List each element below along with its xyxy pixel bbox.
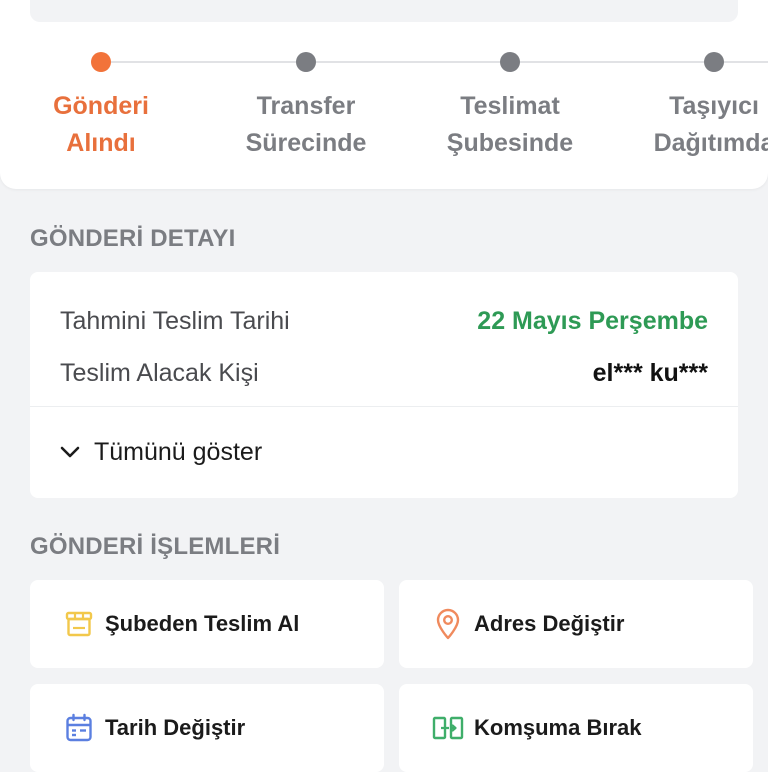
step-dot-delivery	[704, 52, 724, 72]
calendar-icon	[63, 712, 95, 744]
chevron-down-icon	[60, 446, 80, 458]
show-all-label: Tümünü göster	[94, 437, 263, 466]
status-stepper: Gönderi Alındı Transfer Sürecinde Teslim…	[0, 0, 768, 189]
shipment-detail-card: Tahmini Teslim Tarihi 22 Mayıs Perşembe …	[30, 272, 738, 498]
step-connector	[316, 61, 500, 63]
step-label-transfer: Transfer Sürecinde	[245, 92, 367, 157]
recipient-value: el*** ku***	[592, 358, 708, 387]
leave-with-neighbor-button[interactable]: Komşuma Bırak	[399, 684, 753, 772]
action-label: Şubeden Teslim Al	[105, 611, 300, 636]
detail-section-title: GÖNDERİ DETAYI	[30, 225, 236, 252]
divider	[30, 406, 738, 407]
step-label-branch: Teslimat Şubesinde	[446, 92, 574, 157]
step-dot-transfer	[296, 52, 316, 72]
detail-row-recipient: Teslim Alacak Kişi el*** ku***	[60, 355, 708, 391]
action-label: Komşuma Bırak	[474, 715, 642, 740]
step-dot-branch	[500, 52, 520, 72]
detail-label: Teslim Alacak Kişi	[60, 358, 259, 387]
step-connector	[724, 61, 768, 63]
change-date-button[interactable]: Tarih Değiştir	[30, 684, 384, 772]
detail-row-estimated-date: Tahmini Teslim Tarihi 22 Mayıs Perşembe	[60, 303, 708, 339]
show-all-button[interactable]: Tümünü göster	[60, 432, 262, 472]
step-label-received: Gönderi Alındı	[53, 92, 149, 157]
change-address-button[interactable]: Adres Değiştir	[399, 580, 753, 668]
step-dot-received	[91, 52, 111, 72]
shipment-status-card: Gönderi Alındı Transfer Sürecinde Teslim…	[0, 0, 768, 189]
store-icon	[63, 608, 95, 640]
neighbor-transfer-icon	[432, 712, 464, 744]
pickup-from-branch-button[interactable]: Şubeden Teslim Al	[30, 580, 384, 668]
action-label: Tarih Değiştir	[105, 715, 246, 740]
step-connector	[111, 61, 296, 63]
location-pin-icon	[432, 608, 464, 640]
action-label: Adres Değiştir	[474, 611, 625, 636]
detail-label: Tahmini Teslim Tarihi	[60, 306, 290, 335]
actions-section-title: GÖNDERİ İŞLEMLERİ	[30, 533, 281, 560]
step-label-delivery: Taşıyıcı Dağıtımda	[653, 92, 768, 157]
step-connector	[520, 61, 704, 63]
estimated-date-value: 22 Mayıs Perşembe	[477, 306, 708, 335]
